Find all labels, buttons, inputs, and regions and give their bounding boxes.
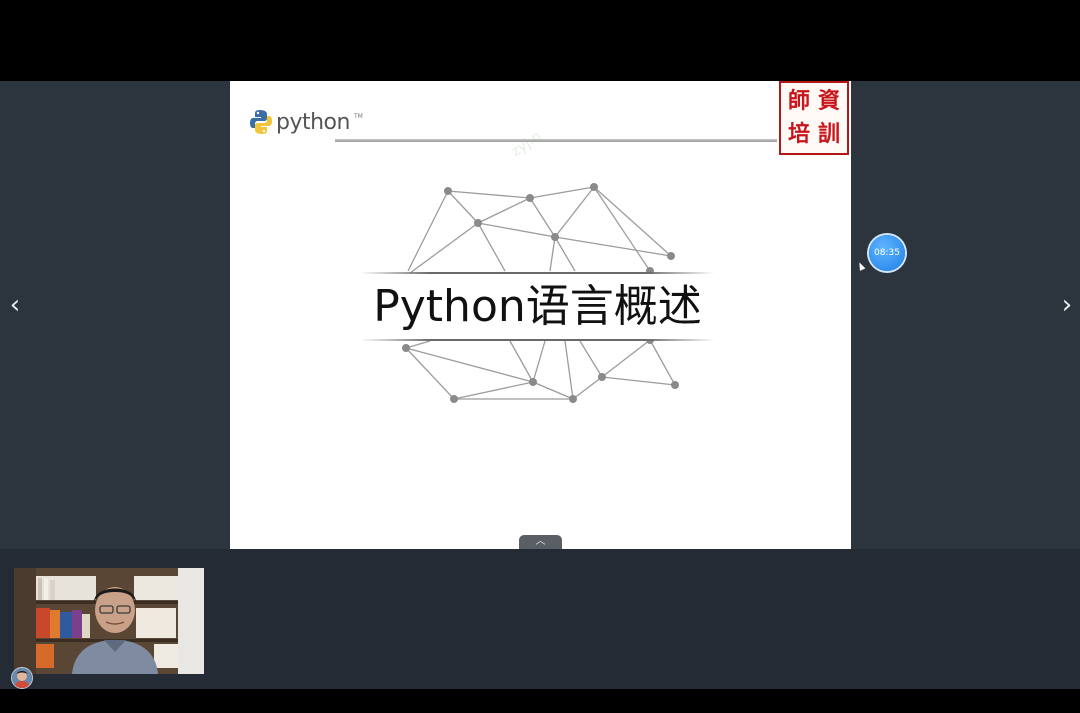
seal-char: 資	[817, 88, 840, 114]
title-rule-top	[360, 272, 715, 274]
presenter-video[interactable]	[14, 568, 204, 674]
chevron-up-icon: ︿	[535, 536, 546, 547]
chevron-right-icon: ›	[1061, 290, 1073, 320]
teacher-training-seal: 師 資 培 訓	[779, 81, 849, 155]
seal-char: 培	[787, 121, 810, 147]
seal-char: 訓	[817, 121, 840, 147]
bottom-strip	[0, 689, 1080, 713]
header-rule	[335, 139, 777, 142]
chevron-left-icon: ‹	[9, 290, 21, 320]
python-wordmark: python	[276, 109, 350, 135]
shared-slide: python TM zyj.n 師 資 培 訓 Python语言概述	[230, 81, 851, 549]
meeting-app: ‹ › python TM zyj.n 師 資 培 訓 Python语言概述 0…	[0, 0, 1080, 713]
top-bar	[0, 0, 1080, 81]
expand-toolbar-button[interactable]: ︿	[519, 535, 562, 549]
timer-badge[interactable]: 08:35	[869, 235, 905, 271]
previous-slide-button[interactable]: ‹	[0, 290, 30, 320]
slide-title: Python语言概述	[373, 281, 702, 332]
next-slide-button[interactable]: ›	[1052, 290, 1080, 320]
title-rule-bottom	[360, 339, 715, 341]
participant-avatar[interactable]	[11, 667, 33, 689]
python-logo: python TM	[250, 109, 363, 135]
trademark-mark: TM	[353, 112, 363, 120]
presenter-video-frame	[14, 568, 204, 674]
seal-char: 師	[787, 88, 810, 114]
avatar-image	[12, 668, 32, 688]
python-snake-icon	[250, 110, 272, 134]
